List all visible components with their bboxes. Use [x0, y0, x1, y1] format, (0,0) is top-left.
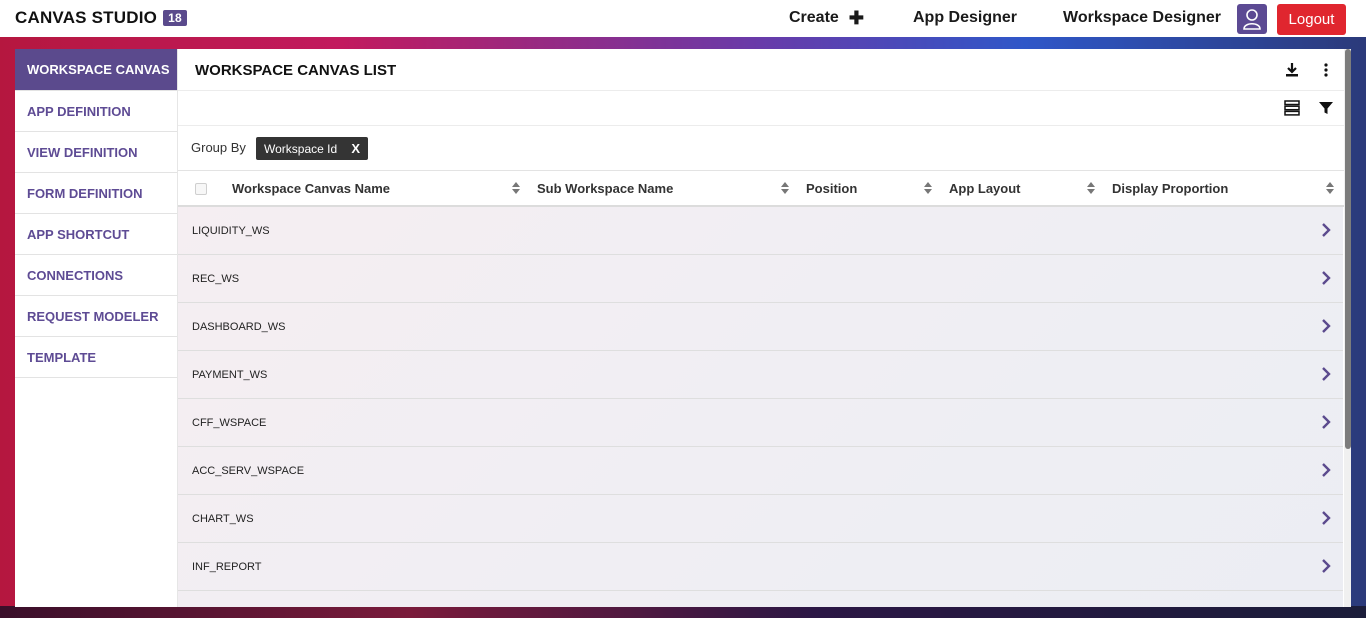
workspace-canvas-name-cell: ACC_SERV_WSPACE: [192, 465, 305, 477]
table-row[interactable]: PAYMENT_WS: [178, 351, 1343, 399]
page-title: WORKSPACE CANVAS LIST: [195, 62, 397, 79]
sidebar-item-request-modeler[interactable]: REQUEST MODELER: [15, 296, 177, 337]
table-row[interactable]: INF_REPORT: [178, 543, 1343, 591]
group-by-chip[interactable]: Workspace Id X: [256, 137, 368, 160]
table-body: LIQUIDITY_WS REC_WS DASHBOARD_WS PAYMENT…: [178, 207, 1343, 607]
app-designer-link[interactable]: App Designer: [913, 9, 1017, 27]
table-row[interactable]: REC_WS: [178, 255, 1343, 303]
group-by-label: Group By: [191, 140, 246, 155]
chevron-right-icon[interactable]: [1321, 367, 1331, 381]
workspace-canvas-name-cell: LIQUIDITY_WS: [192, 225, 270, 237]
workspace-canvas-name-cell: CFF_WSPACE: [192, 417, 267, 429]
panel-header: WORKSPACE CANVAS LIST: [178, 49, 1351, 91]
workspace-canvas-name-cell: PAYMENT_WS: [192, 369, 268, 381]
brand-logo: CANVAS STUDIO 18: [15, 8, 187, 28]
chevron-right-icon[interactable]: [1321, 511, 1331, 525]
top-navbar: CANVAS STUDIO 18 Create ✚ App Designer W…: [0, 0, 1366, 37]
background-bottom-strip: [0, 606, 1366, 618]
sidebar-item-form-definition[interactable]: FORM DEFINITION: [15, 173, 177, 214]
brand-name: CANVAS STUDIO: [15, 8, 158, 27]
download-icon[interactable]: [1283, 61, 1301, 79]
sort-icon[interactable]: [780, 181, 790, 195]
column-header-app-layout[interactable]: App Layout: [949, 181, 1021, 196]
version-badge: 18: [163, 10, 187, 26]
workspace-canvas-name-cell: REC_WS: [192, 273, 240, 285]
plus-icon: ✚: [848, 8, 864, 28]
workspace-designer-link[interactable]: Workspace Designer: [1063, 9, 1221, 27]
workspace-canvas-name-cell: CHART_WS: [192, 513, 254, 525]
workspace-canvas-name-cell: DASHBOARD_WS: [192, 321, 286, 333]
chevron-right-icon[interactable]: [1321, 559, 1331, 573]
chevron-right-icon[interactable]: [1321, 319, 1331, 333]
column-header-sub-workspace-name[interactable]: Sub Workspace Name: [537, 181, 673, 196]
sort-icon[interactable]: [923, 181, 933, 195]
group-by-chip-label: Workspace Id: [264, 141, 338, 156]
sidebar-item-app-definition[interactable]: APP DEFINITION: [15, 91, 177, 132]
sort-icon[interactable]: [511, 181, 521, 195]
chevron-right-icon[interactable]: [1321, 415, 1331, 429]
table-row[interactable]: DASHBOARD_WS: [178, 303, 1343, 351]
vertical-scrollbar[interactable]: [1344, 49, 1351, 607]
chevron-right-icon[interactable]: [1321, 271, 1331, 285]
table-row[interactable]: CHART_WS: [178, 495, 1343, 543]
sidebar-item-template[interactable]: TEMPLATE: [15, 337, 177, 378]
table-row[interactable]: CFF_WSPACE: [178, 399, 1343, 447]
more-vertical-icon[interactable]: [1317, 61, 1335, 79]
select-all-checkbox[interactable]: [195, 183, 207, 195]
table-row[interactable]: LIQUIDITY_WS: [178, 207, 1343, 255]
table-header: Workspace Canvas Name Sub Workspace Name…: [178, 171, 1351, 207]
sort-icon[interactable]: [1086, 181, 1096, 195]
column-header-position[interactable]: Position: [806, 181, 857, 196]
sidebar: WORKSPACE CANVAS APP DEFINITION VIEW DEF…: [15, 49, 178, 607]
sort-icon[interactable]: [1325, 181, 1335, 195]
sidebar-item-view-definition[interactable]: VIEW DEFINITION: [15, 132, 177, 173]
filter-icon[interactable]: [1317, 99, 1335, 117]
scrollbar-thumb[interactable]: [1345, 49, 1351, 449]
main-panel: WORKSPACE CANVAS LIST Group By Workspace…: [178, 49, 1351, 607]
chevron-right-icon[interactable]: [1321, 223, 1331, 237]
user-icon: [1243, 9, 1261, 30]
chip-close-icon[interactable]: X: [351, 141, 360, 156]
table-toolbar: [178, 91, 1351, 126]
group-by-bar: Group By Workspace Id X: [178, 126, 1351, 171]
logout-button[interactable]: Logout: [1277, 4, 1346, 35]
create-label: Create: [789, 9, 839, 26]
column-settings-icon[interactable]: [1283, 99, 1301, 117]
user-profile-button[interactable]: [1237, 4, 1267, 34]
chevron-right-icon[interactable]: [1321, 463, 1331, 477]
sidebar-item-app-shortcut[interactable]: APP SHORTCUT: [15, 214, 177, 255]
column-header-workspace-canvas-name[interactable]: Workspace Canvas Name: [232, 181, 390, 196]
sidebar-item-workspace-canvas[interactable]: WORKSPACE CANVAS: [15, 49, 177, 91]
create-menu[interactable]: Create ✚: [789, 9, 864, 27]
sidebar-item-connections[interactable]: CONNECTIONS: [15, 255, 177, 296]
column-header-display-proportion[interactable]: Display Proportion: [1112, 181, 1228, 196]
table-row[interactable]: ACC_SERV_WSPACE: [178, 447, 1343, 495]
workspace-canvas-name-cell: INF_REPORT: [192, 561, 262, 573]
